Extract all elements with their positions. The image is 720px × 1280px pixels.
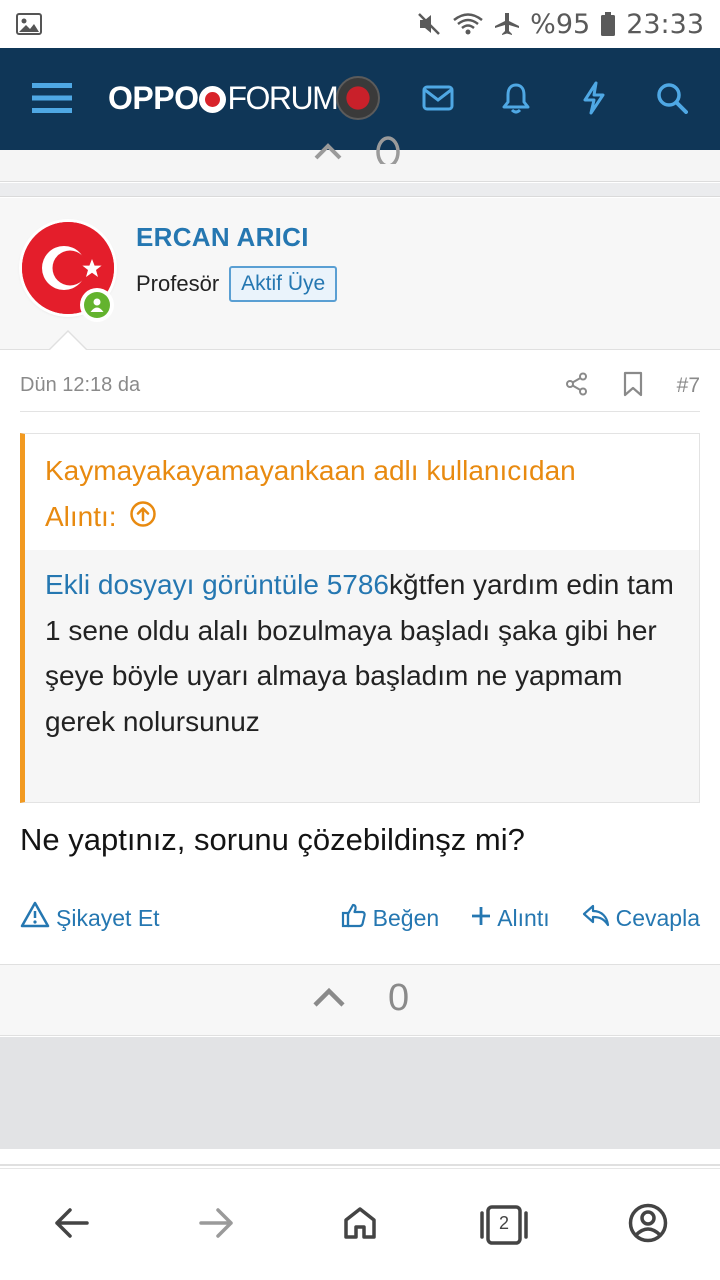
wifi-icon — [452, 11, 484, 37]
vote-bar: 0 — [0, 964, 720, 1036]
thread-content: ERCAN ARICI Profesör Aktif Üye Dün 12:18… — [0, 136, 720, 1168]
attachment-link[interactable]: Ekli dosyayı görüntüle 5786 — [45, 569, 389, 600]
reply-label: Cevapla — [615, 904, 700, 931]
online-status-icon — [80, 288, 114, 322]
warning-icon — [20, 901, 50, 935]
page-footer-area — [0, 1037, 720, 1149]
battery-percent: %95 — [530, 8, 591, 40]
quote-action-label: Alıntı — [497, 904, 550, 931]
quote-body: Ekli dosyayı görüntüle 5786kğtfen yardım… — [45, 562, 685, 744]
chevron-up-icon — [312, 134, 402, 171]
post-date[interactable]: Dün 12:18 da — [20, 374, 140, 397]
search-icon[interactable] — [642, 70, 702, 126]
forward-button[interactable] — [144, 1169, 288, 1280]
plus-icon — [471, 905, 491, 932]
status-bar: %95 23:33 — [0, 0, 720, 48]
avatar[interactable] — [336, 76, 380, 120]
tab-count: 2 — [498, 1212, 509, 1233]
bell-icon[interactable] — [486, 70, 546, 126]
report-label: Şikayet Et — [56, 904, 160, 931]
username[interactable]: ERCAN ARICI — [136, 222, 309, 253]
browser-bottom-nav: 2 — [0, 1168, 720, 1280]
reply-icon — [582, 903, 610, 933]
menu-icon[interactable] — [22, 70, 82, 126]
like-label: Beğen — [372, 904, 440, 931]
report-button[interactable]: Şikayet Et — [20, 901, 160, 935]
account-button[interactable] — [576, 1169, 720, 1280]
bookmark-icon[interactable] — [623, 371, 643, 401]
thumbs-up-icon — [341, 902, 367, 934]
quote-block: Kaymayakayamayankaan adlı kullanıcıdan A… — [20, 433, 700, 803]
bolt-icon[interactable] — [564, 70, 624, 126]
quote-button[interactable]: Alıntı — [471, 904, 550, 932]
vote-count: 0 — [388, 977, 410, 1019]
forward-icon — [198, 1207, 234, 1243]
home-icon — [342, 1206, 378, 1244]
divider — [0, 1164, 720, 1166]
quote-header[interactable]: Kaymayakayamayankaan adlı kullanıcıdan A… — [25, 434, 699, 550]
battery-icon — [600, 11, 616, 37]
post-separator — [0, 183, 720, 197]
logo-mark — [199, 85, 227, 113]
home-button[interactable] — [288, 1169, 432, 1280]
account-icon — [628, 1203, 668, 1247]
airplane-icon — [494, 11, 520, 37]
user-badge: Aktif Üye — [229, 266, 338, 302]
mute-icon — [416, 11, 442, 37]
chevron-up-icon[interactable] — [312, 985, 346, 1013]
quote-author-line: Kaymayakayamayankaan adlı kullanıcıdan — [45, 455, 576, 486]
user-rank: Profesör — [136, 271, 220, 296]
back-icon — [54, 1207, 90, 1243]
share-icon[interactable] — [565, 372, 589, 400]
post-meta: Dün 12:18 da #7 — [20, 360, 700, 412]
clock: 23:33 — [626, 8, 704, 40]
arrow-up-circle-icon[interactable] — [129, 496, 157, 542]
tabs-button[interactable]: 2 — [432, 1169, 576, 1280]
logo-forum-text: FORUM — [227, 79, 338, 116]
user-pointer — [50, 332, 86, 350]
forum-logo[interactable]: OPPO FORUM — [108, 78, 339, 118]
post-actions: Şikayet Et Beğen Alıntı Cevapla — [20, 898, 700, 938]
post-message: Ne yaptınız, sorunu çözebildinşz mi? — [20, 822, 525, 857]
tabs-icon: 2 — [480, 1204, 528, 1245]
post-user-block: ERCAN ARICI Profesör Aktif Üye — [0, 198, 720, 350]
back-button[interactable] — [0, 1169, 144, 1280]
logo-oppo-text: OPPO — [108, 79, 199, 116]
envelope-icon[interactable] — [408, 70, 468, 126]
post-number[interactable]: #7 — [677, 374, 700, 398]
like-button[interactable]: Beğen — [341, 902, 440, 934]
quote-label: Alıntı: — [45, 501, 117, 532]
reply-button[interactable]: Cevapla — [582, 903, 700, 933]
image-icon — [16, 10, 44, 38]
previous-post-footer — [0, 136, 720, 182]
